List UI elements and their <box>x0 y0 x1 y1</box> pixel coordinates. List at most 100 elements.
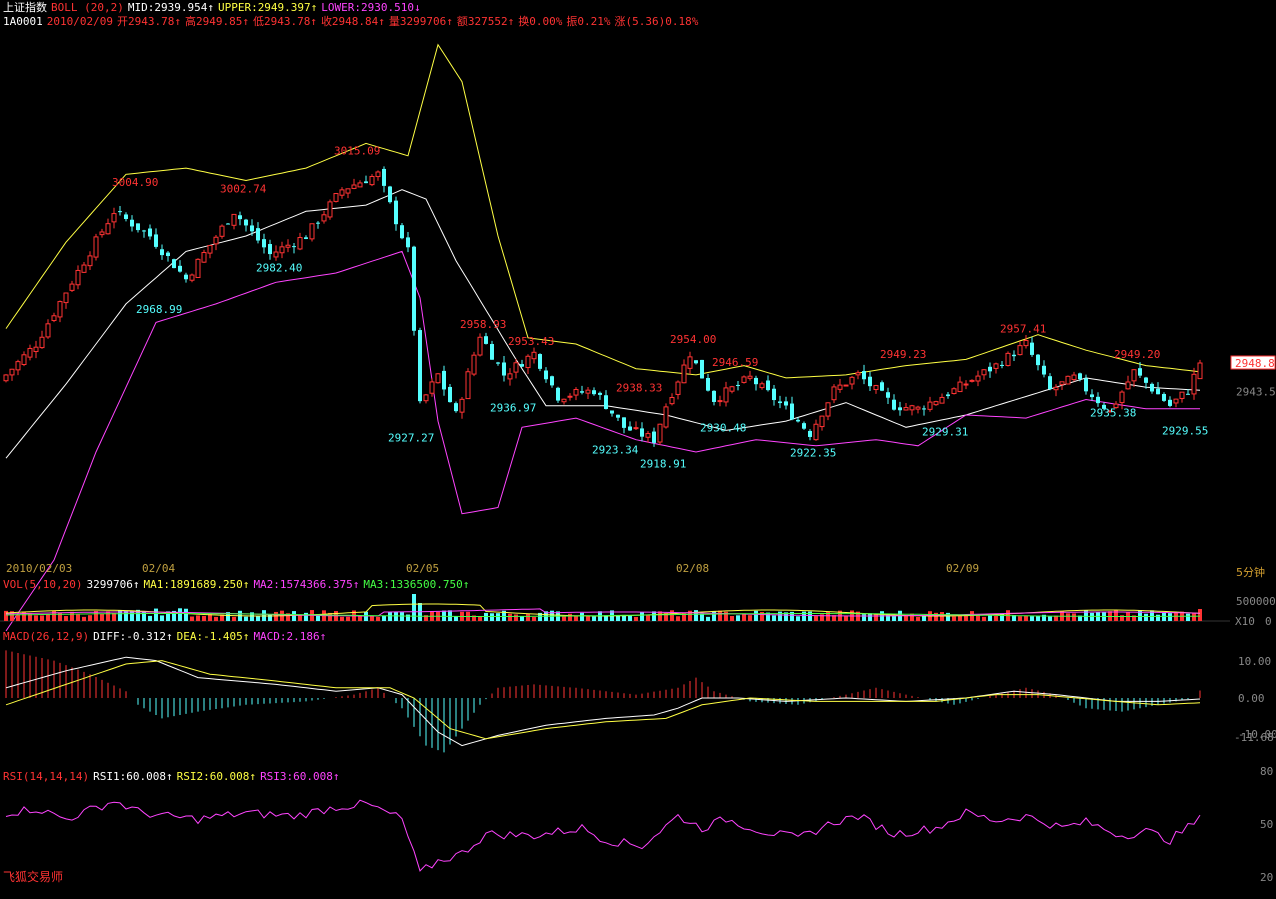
candle-body <box>297 237 303 250</box>
volume-bar <box>232 616 236 621</box>
candle-body <box>880 382 884 391</box>
volume-bar <box>292 611 296 621</box>
date-tick: 2010/02/03 <box>6 562 72 575</box>
candle-body <box>886 392 890 398</box>
candle-body <box>640 428 644 437</box>
candle-body <box>471 354 477 375</box>
candle-body <box>136 223 140 231</box>
volume-bar <box>190 616 194 621</box>
volume-bar <box>670 610 674 621</box>
high-annotation: 2954.00 <box>670 333 716 346</box>
candle-body <box>184 274 188 280</box>
mid-price-label: 2943.5 <box>1236 385 1276 398</box>
volume-bar <box>274 611 278 621</box>
candle-body <box>256 228 260 241</box>
high-annotation: 3002.74 <box>220 183 267 196</box>
volume-bar <box>640 612 644 621</box>
candle-body <box>459 398 465 413</box>
candle-body <box>339 189 345 196</box>
volume-bar <box>700 613 704 621</box>
volume-bar <box>1090 612 1094 621</box>
candle-body <box>27 347 33 358</box>
candle-body <box>309 223 315 240</box>
volume-bar <box>736 615 740 621</box>
volume-bar <box>202 615 206 621</box>
volume-bar <box>646 615 650 621</box>
candle-body <box>364 181 368 184</box>
candle-body <box>1005 352 1011 367</box>
volume-bar <box>304 612 308 621</box>
volume-bar <box>1066 613 1070 621</box>
candle-body <box>790 403 794 420</box>
candle-body <box>189 274 195 281</box>
candle-body <box>213 236 219 245</box>
candle-body <box>1065 375 1071 385</box>
candle-body <box>45 323 51 338</box>
volume-bar <box>562 616 566 621</box>
volume-bar <box>532 616 536 621</box>
volume-bar <box>922 615 926 621</box>
macd-diff-line <box>5 656 1201 747</box>
candle-body <box>909 405 915 411</box>
candle-body <box>490 344 494 360</box>
low-annotation: 2927.27 <box>388 432 434 445</box>
high-annotation: 2949.23 <box>880 348 926 361</box>
volume-bar <box>976 615 980 621</box>
high-annotation: 2946.59 <box>712 356 758 369</box>
candle-body <box>195 258 201 278</box>
candle-body <box>1156 388 1160 395</box>
volume-bar <box>34 615 38 621</box>
candle-body <box>99 231 105 236</box>
candle-body <box>736 384 740 386</box>
candle-body <box>87 255 93 267</box>
candle-body <box>675 381 681 395</box>
candle-body <box>250 225 254 232</box>
volume-bar <box>244 616 248 621</box>
candle-body <box>1012 354 1016 357</box>
candle-body <box>1053 386 1059 391</box>
candle-body <box>394 200 398 225</box>
candle-body <box>1090 394 1094 398</box>
high-annotation: 2938.33 <box>616 381 662 394</box>
candle-body <box>898 407 902 411</box>
candle-body <box>207 244 213 254</box>
candle-body <box>388 186 392 203</box>
candle-body <box>382 168 386 186</box>
candle-body <box>747 375 753 379</box>
candle-body <box>915 406 921 410</box>
rsi-axis-label: 20 <box>1260 871 1273 884</box>
candle-body <box>124 214 128 220</box>
volume-bar <box>952 616 956 621</box>
volume-bar <box>1048 616 1052 621</box>
candle-body <box>369 175 375 186</box>
candle-body <box>244 219 248 226</box>
volume-bar <box>844 615 848 621</box>
volume-bar <box>574 615 578 621</box>
volume-bar <box>580 612 584 621</box>
candle-body <box>1017 345 1023 356</box>
low-annotation: 2968.99 <box>136 303 182 316</box>
candle-body <box>1138 368 1142 376</box>
candle-body <box>669 397 675 405</box>
volume-bar <box>514 614 518 621</box>
volume-bar <box>1072 613 1076 621</box>
volume-bar <box>340 616 344 621</box>
candle-body <box>39 336 45 349</box>
candle-body <box>111 213 117 223</box>
candle-body <box>580 391 584 393</box>
candle-body <box>687 356 693 369</box>
candle-body <box>3 374 9 382</box>
candle-body <box>988 366 992 372</box>
high-annotation: 3015.09 <box>334 145 380 158</box>
volume-bar <box>178 608 182 621</box>
candle-body <box>105 223 111 235</box>
candle-body <box>160 249 164 256</box>
chart-canvas[interactable]: 3004.90 3002.74 3015.09 2958.932953.43 2938.… <box>0 0 1276 899</box>
candle-body <box>412 246 416 331</box>
candle-body <box>435 373 441 384</box>
volume-bar <box>874 614 878 621</box>
volume-bar <box>520 616 524 621</box>
candle-body <box>868 376 872 387</box>
candle-body <box>622 417 626 428</box>
candle-body <box>712 390 716 402</box>
